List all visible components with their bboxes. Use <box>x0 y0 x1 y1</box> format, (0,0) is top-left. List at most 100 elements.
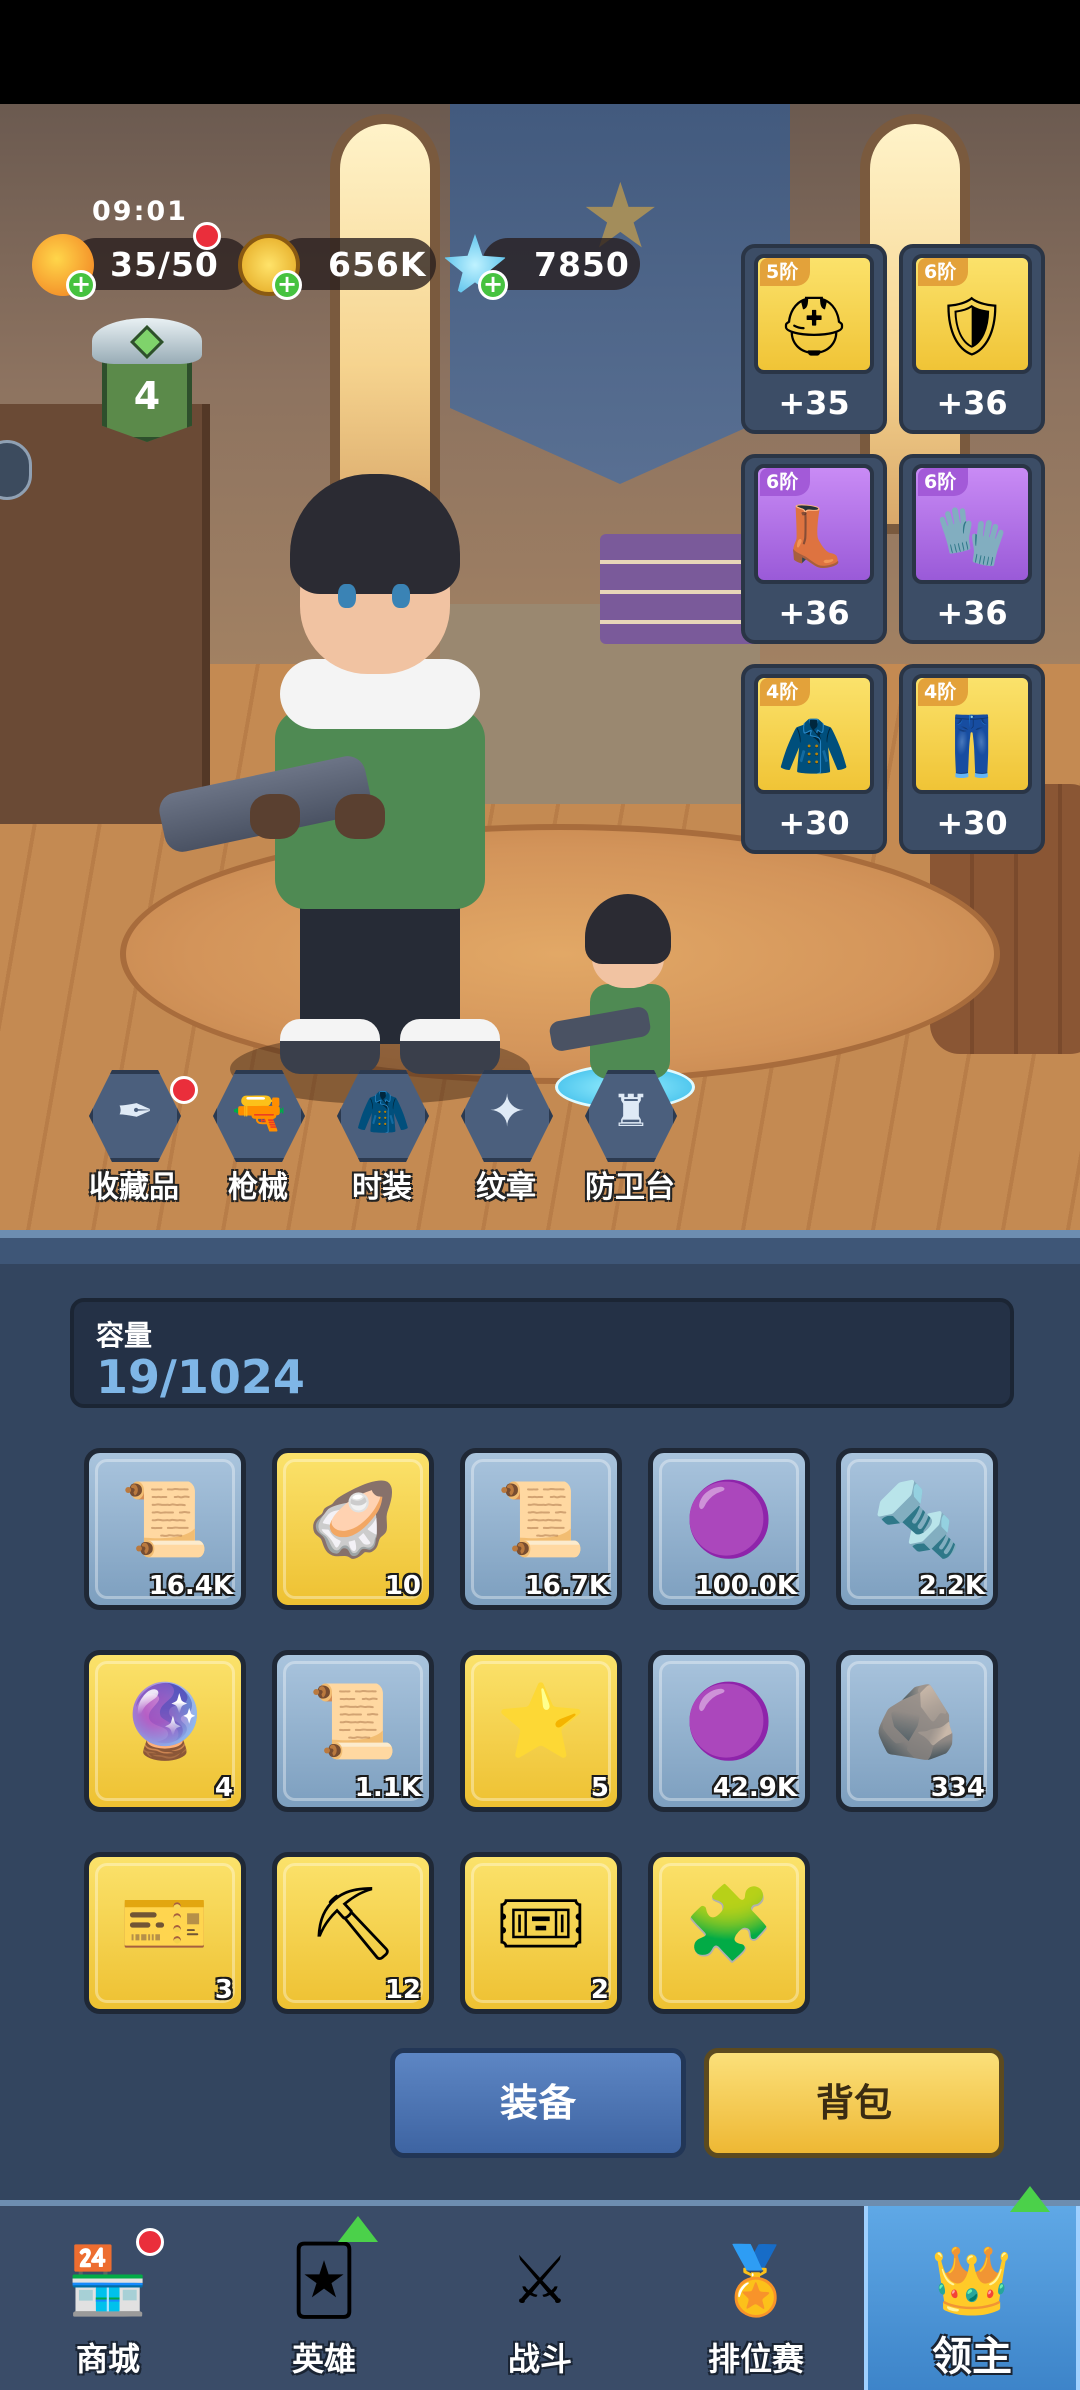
energy-notification-dot <box>193 222 221 250</box>
bag-item[interactable]: 🦪 10 <box>272 1448 434 1610</box>
equipment-slot[interactable]: 6阶 🛡 +36 <box>899 244 1045 434</box>
armor-icon: 🛡 <box>935 292 1009 360</box>
equipment-bonus: +36 <box>936 594 1008 632</box>
bag-item-count: 334 <box>930 1773 985 1803</box>
panel-stripe <box>0 1238 1080 1264</box>
nav-shop[interactable]: 🏪 商城 <box>0 2206 216 2390</box>
nav-label: 英雄 <box>291 2340 356 2378</box>
equipment-bonus: +35 <box>778 384 850 422</box>
equipment-slot[interactable]: 4阶 🧥 +30 <box>741 664 887 854</box>
shop-notification-dot <box>136 2228 164 2256</box>
puzzle-piece-icon: 🧩 <box>684 1881 774 1965</box>
nav-battle[interactable]: ⚔ 战斗 <box>432 2206 648 2390</box>
bag-item-count: 4 <box>214 1773 233 1803</box>
hero-hand-right <box>335 794 385 839</box>
gem-value: 7850 <box>534 245 630 284</box>
gem-resource[interactable]: + 7850 <box>444 234 644 300</box>
gold-resource[interactable]: + 656K <box>238 234 438 300</box>
status-bar <box>0 0 1080 104</box>
gloves-icon: 🧤 <box>935 502 1009 570</box>
rank-shield-icon: 🏅 <box>714 2242 798 2319</box>
bag-item[interactable]: 🟣 100.0K <box>648 1448 810 1610</box>
fashion-ticket-icon: 🎟 <box>495 1881 587 1965</box>
star-scroll-icon: ⭐ <box>496 1679 586 1763</box>
equipment-slot[interactable]: 6阶 👢 +36 <box>741 454 887 644</box>
equipment-tier: 6阶 <box>918 468 968 496</box>
nav-heroes[interactable]: 🃏 英雄 <box>216 2206 432 2390</box>
equipment-tier: 6阶 <box>760 468 810 496</box>
helmet-icon: ⛑ <box>777 292 851 360</box>
bag-item[interactable]: 🔩 2.2K <box>836 1448 998 1610</box>
equipment-slot[interactable]: 4阶 👖 +30 <box>899 664 1045 854</box>
bag-item[interactable]: 🪨 334 <box>836 1650 998 1812</box>
equipment-slot[interactable]: 5阶 ⛑ +35 <box>741 244 887 434</box>
bag-tab-button[interactable]: 背包 <box>704 2048 1004 2158</box>
energy-plus-icon[interactable]: + <box>66 270 96 300</box>
clock: 09:01 <box>92 196 188 227</box>
bag-item[interactable]: 📜 16.7K <box>460 1448 622 1610</box>
pants-icon: 👖 <box>935 712 1009 780</box>
capacity-value: 19/1024 <box>96 1350 305 1404</box>
coat-icon: 🧥 <box>355 1087 411 1138</box>
equipment-bonus: +30 <box>778 804 850 842</box>
bag-item[interactable]: 📜 16.4K <box>84 1448 246 1610</box>
hero-character[interactable] <box>156 474 530 1114</box>
player-level: 4 <box>133 374 161 418</box>
crossed-swords-icon: ⚔ <box>510 2242 570 2319</box>
bag-item[interactable]: 🧩 <box>648 1852 810 2014</box>
equipment-frame: 4阶 🧥 <box>754 674 874 794</box>
hero-upgrade-arrow-icon <box>338 2216 378 2242</box>
equipment-frame: 6阶 👢 <box>754 464 874 584</box>
equipment-tier: 5阶 <box>760 258 810 286</box>
purple-orb-icon: 🔮 <box>120 1679 210 1763</box>
bag-item-count: 3 <box>214 1975 233 2005</box>
equipment-bonus: +36 <box>936 384 1008 422</box>
feature-label: 防卫台 <box>585 1170 675 1205</box>
bag-item-count: 16.4K <box>148 1571 233 1601</box>
nav-lord[interactable]: 👑 领主 <box>864 2206 1080 2390</box>
nav-label: 商城 <box>75 2340 140 2378</box>
pickaxe-icon: ⛏ <box>307 1881 399 1965</box>
bag-item-count: 16.7K <box>524 1571 609 1601</box>
hero-boot-right <box>400 1019 500 1074</box>
bag-item-count: 42.9K <box>712 1773 797 1803</box>
nav-label: 排位赛 <box>707 2340 804 2378</box>
gem-plus-icon[interactable]: + <box>478 270 508 300</box>
pearl-shell-icon: 🦪 <box>308 1477 398 1561</box>
equipment-frame: 4阶 👖 <box>912 674 1032 794</box>
capacity-box: 容量 19/1024 <box>70 1298 1014 1408</box>
bag-item-count: 5 <box>590 1773 609 1803</box>
nav-ranked[interactable]: 🏅 排位赛 <box>648 2206 864 2390</box>
bag-item[interactable]: ⛏ 12 <box>272 1852 434 2014</box>
nav-label: 领主 <box>932 2334 1012 2380</box>
bag-item-count: 100.0K <box>694 1571 797 1601</box>
gold-value: 656K <box>328 245 427 284</box>
equipment-bonus: +36 <box>778 594 850 632</box>
scroll-icon: 📜 <box>120 1477 210 1561</box>
equipment-tier: 4阶 <box>918 678 968 706</box>
equipment-slot[interactable]: 6阶 🧤 +36 <box>899 454 1045 644</box>
bag-item[interactable]: ⭐ 5 <box>460 1650 622 1812</box>
equipment-frame: 6阶 🧤 <box>912 464 1032 584</box>
boots-icon: 👢 <box>777 502 851 570</box>
bag-item-count: 1.1K <box>354 1773 421 1803</box>
bag-item-count: 2 <box>590 1975 609 2005</box>
whetstone-icon: 🪨 <box>872 1679 962 1763</box>
lord-upgrade-arrow-icon <box>1010 2186 1050 2212</box>
gold-plus-icon[interactable]: + <box>272 270 302 300</box>
bag-item[interactable]: 🟣 42.9K <box>648 1650 810 1812</box>
bag-item[interactable]: 🎫 3 <box>84 1852 246 2014</box>
bag-item[interactable]: 🎟 2 <box>460 1852 622 2014</box>
hero-boot-left <box>280 1019 380 1074</box>
bag-item[interactable]: 🔮 4 <box>84 1650 246 1812</box>
bag-item[interactable]: 📜 1.1K <box>272 1650 434 1812</box>
energy-value: 35/50 <box>110 245 219 284</box>
bag-panel: 容量 19/1024 📜 16.4K 🦪 10 📜 16.7K 🟣 100.0K 🔩 2.2K 🔮 4… <box>0 1230 1080 2200</box>
bag-item-count: 2.2K <box>918 1571 985 1601</box>
player-level-badge[interactable]: 4 <box>92 318 202 448</box>
equip-tab-button[interactable]: 装备 <box>390 2048 686 2158</box>
gun-icon: 🔫 <box>231 1087 287 1138</box>
equipment-frame: 5阶 ⛑ <box>754 254 874 374</box>
tower-icon: ♜ <box>611 1086 651 1137</box>
collection-notification-dot <box>170 1076 198 1104</box>
